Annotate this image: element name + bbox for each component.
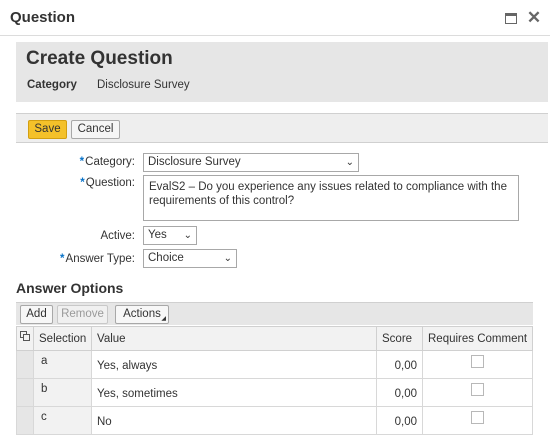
score-cell[interactable]: 0,00 xyxy=(376,406,423,435)
table-row[interactable]: b Yes, sometimes 0,00 xyxy=(16,378,533,407)
requires-comment-cell xyxy=(422,350,533,379)
header-category-label: Category xyxy=(27,79,77,91)
selection-cell: b xyxy=(33,378,92,407)
add-button[interactable]: Add xyxy=(20,305,53,324)
requires-comment-checkbox[interactable] xyxy=(471,411,484,424)
chevron-down-icon: ⌄ xyxy=(345,157,354,168)
required-marker: * xyxy=(79,156,85,168)
required-marker: * xyxy=(80,177,85,189)
chevron-down-icon: ⌄ xyxy=(223,253,232,264)
save-button[interactable]: Save xyxy=(28,120,67,139)
value-cell[interactable]: Yes, always xyxy=(91,350,377,379)
maximize-icon[interactable] xyxy=(503,10,519,26)
requires-comment-checkbox[interactable] xyxy=(471,383,484,396)
row-selector[interactable] xyxy=(16,406,34,435)
row-selector[interactable] xyxy=(16,350,34,379)
remove-button[interactable]: Remove xyxy=(57,305,108,324)
requires-comment-checkbox[interactable] xyxy=(471,355,484,368)
table-row[interactable]: c No 0,00 xyxy=(16,406,533,435)
active-select[interactable]: Yes ⌄ xyxy=(143,226,197,245)
active-field-label: Active: xyxy=(100,230,135,242)
requires-comment-cell xyxy=(422,378,533,407)
menu-triangle-icon: ◢ xyxy=(161,316,166,322)
required-marker: * xyxy=(60,253,65,265)
column-header-score: Score xyxy=(376,326,423,351)
actions-button[interactable]: Actions ◢ xyxy=(115,305,169,324)
dialog-title: Question xyxy=(10,9,76,26)
answer-type-field-label: *Answer Type: xyxy=(60,253,135,265)
column-header-selection: Selection xyxy=(33,326,92,351)
category-field-label: *Category: xyxy=(79,156,135,168)
score-cell[interactable]: 0,00 xyxy=(376,378,423,407)
column-header-value: Value xyxy=(91,326,377,351)
selection-cell: c xyxy=(33,406,92,435)
header-category-value: Disclosure Survey xyxy=(97,79,190,91)
dialog-titlebar: Question ✕ xyxy=(0,0,550,36)
value-cell[interactable]: Yes, sometimes xyxy=(91,378,377,407)
close-icon[interactable]: ✕ xyxy=(526,9,542,26)
table-header-row: Selection Value Score Requires Comment xyxy=(16,326,533,351)
question-textarea[interactable]: EvalS2 – Do you experience any issues re… xyxy=(143,175,519,221)
table-row[interactable]: a Yes, always 0,00 xyxy=(16,350,533,379)
select-all-cell[interactable] xyxy=(16,326,34,351)
score-cell[interactable]: 0,00 xyxy=(376,350,423,379)
copy-icon[interactable] xyxy=(20,331,31,342)
column-header-requires-comment: Requires Comment xyxy=(422,326,533,351)
value-cell[interactable]: No xyxy=(91,406,377,435)
row-selector[interactable] xyxy=(16,378,34,407)
main-toolbar: Save Cancel xyxy=(16,113,548,143)
chevron-down-icon: ⌄ xyxy=(183,230,192,241)
question-field-label: *Question: xyxy=(80,177,135,189)
requires-comment-cell xyxy=(422,406,533,435)
answer-options-toolbar: Add Remove Actions ◢ xyxy=(16,302,533,325)
answer-options-table: Selection Value Score Requires Comment a… xyxy=(16,326,533,435)
answer-type-select[interactable]: Choice ⌄ xyxy=(143,249,237,268)
answer-options-title: Answer Options xyxy=(16,280,124,296)
page-title: Create Question xyxy=(26,48,173,69)
page-header: Create Question Category Disclosure Surv… xyxy=(16,42,548,102)
selection-cell: a xyxy=(33,350,92,379)
cancel-button[interactable]: Cancel xyxy=(71,120,120,139)
category-select[interactable]: Disclosure Survey ⌄ xyxy=(143,153,359,172)
